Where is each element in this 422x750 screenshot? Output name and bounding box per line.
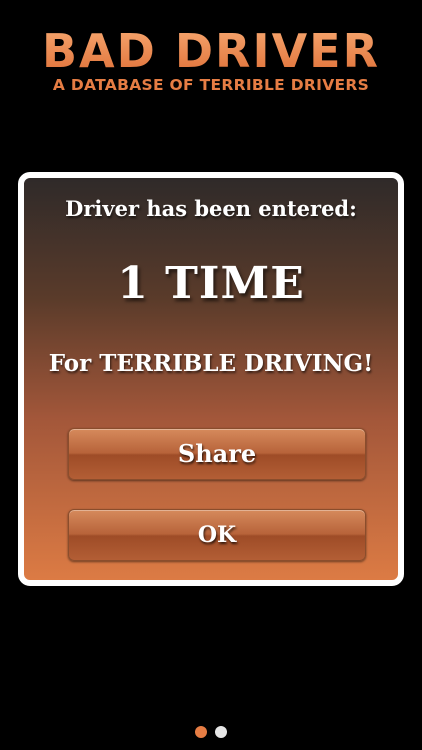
- page-indicator: [0, 726, 422, 738]
- page-dot-1[interactable]: [195, 726, 207, 738]
- logo-subtitle: A DATABASE OF TERRIBLE DRIVERS: [52, 76, 370, 94]
- dialog-message: For TERRIBLE DRIVING!: [48, 350, 374, 377]
- entry-count: 1 TIME: [117, 258, 305, 309]
- dialog-title: Driver has been entered:: [65, 196, 357, 221]
- result-dialog: Driver has been entered: 1 TIME For TERR…: [18, 172, 404, 586]
- page-dot-2[interactable]: [215, 726, 227, 738]
- logo-title: BAD DRIVER: [0, 28, 422, 74]
- ok-button[interactable]: OK: [68, 509, 366, 561]
- app-logo: BAD DRIVER A DATABASE OF TERRIBLE DRIVER…: [0, 28, 422, 94]
- share-button[interactable]: Share: [68, 428, 366, 480]
